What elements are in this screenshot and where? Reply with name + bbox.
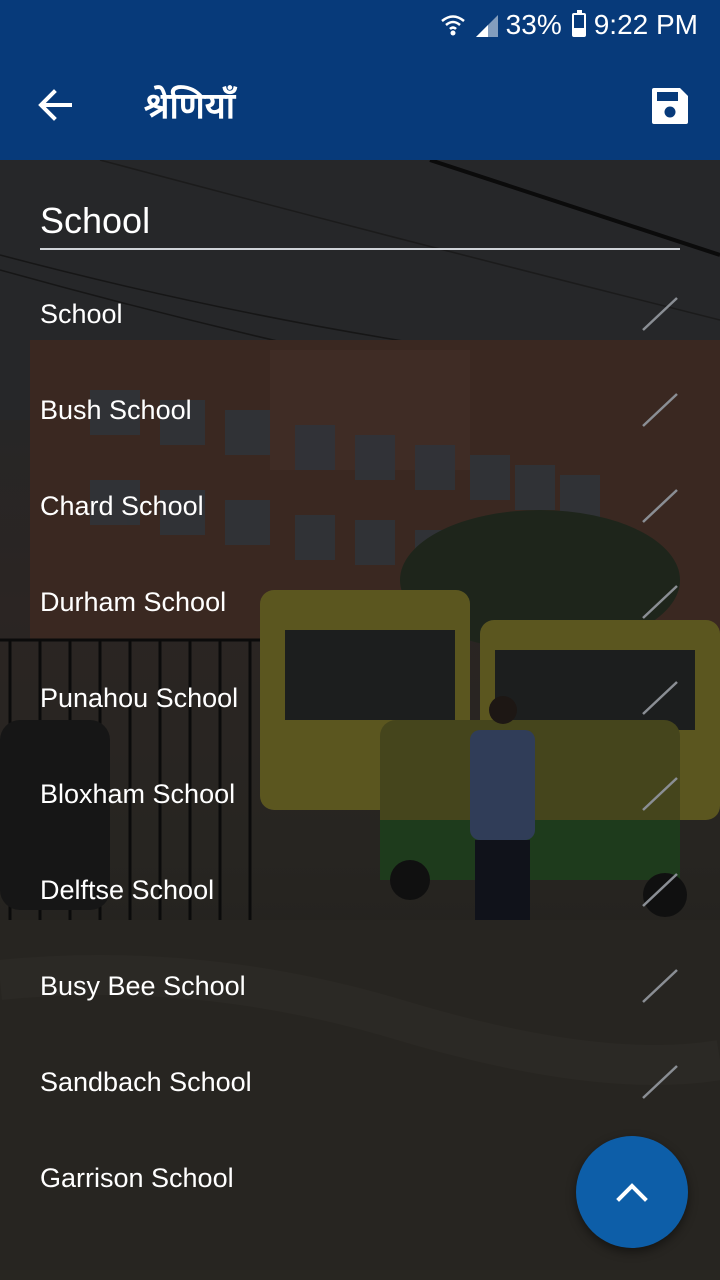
- list-item-label: Bush School: [40, 394, 192, 425]
- list-item[interactable]: School: [0, 266, 720, 362]
- save-icon: [652, 88, 688, 124]
- checkmark-icon[interactable]: [640, 486, 680, 526]
- list-item[interactable]: Bloxham School: [0, 746, 720, 842]
- wifi-icon: [440, 12, 466, 38]
- checkmark-icon[interactable]: [640, 1062, 680, 1102]
- list-item[interactable]: Durham School: [0, 554, 720, 650]
- list-item[interactable]: Punahou School: [0, 650, 720, 746]
- list-item[interactable]: Delftse School: [0, 842, 720, 938]
- list-item[interactable]: Sandbach School: [0, 1034, 720, 1130]
- checkmark-icon[interactable]: [640, 966, 680, 1006]
- checkmark-icon[interactable]: [640, 582, 680, 622]
- list-item[interactable]: Busy Bee School: [0, 938, 720, 1034]
- app-bar: श्रेणियाँ: [0, 50, 720, 160]
- chevron-up-icon: [616, 1183, 648, 1202]
- back-button[interactable]: [22, 72, 88, 138]
- list-item-label: Delftse School: [40, 874, 215, 905]
- list-item-label: Chard School: [40, 490, 204, 521]
- list-item[interactable]: Chard School: [0, 458, 720, 554]
- list-item-label: Durham School: [40, 586, 227, 617]
- checkmark-icon[interactable]: [640, 774, 680, 814]
- clock: 9:22 PM: [593, 9, 698, 40]
- search-input[interactable]: School: [40, 190, 680, 250]
- arrow-back-icon: [38, 89, 72, 121]
- checkmark-icon[interactable]: [640, 870, 680, 910]
- list-item-label: Sandbach School: [40, 1066, 252, 1097]
- status-bar: 33% 9:22 PM: [0, 0, 720, 50]
- battery-percent: 33%: [505, 9, 562, 40]
- signal-icon: [474, 13, 498, 37]
- scroll-to-top-button[interactable]: [576, 1136, 688, 1248]
- battery-icon: [571, 10, 586, 37]
- list-item-label: School: [40, 298, 123, 329]
- checkmark-icon[interactable]: [640, 678, 680, 718]
- page-title: श्रेणियाँ: [144, 86, 236, 127]
- checkmark-icon[interactable]: [640, 390, 680, 430]
- list-item-label: Bloxham School: [40, 778, 236, 809]
- list-item-label: Garrison School: [40, 1162, 234, 1193]
- category-list: School Bush School Chard School Durham Scho…: [0, 266, 720, 1226]
- list-item-label: Busy Bee School: [40, 970, 246, 1001]
- save-button[interactable]: [642, 78, 698, 134]
- list-item[interactable]: Bush School: [0, 362, 720, 458]
- list-item-label: Punahou School: [40, 682, 239, 713]
- checkmark-icon[interactable]: [640, 294, 680, 334]
